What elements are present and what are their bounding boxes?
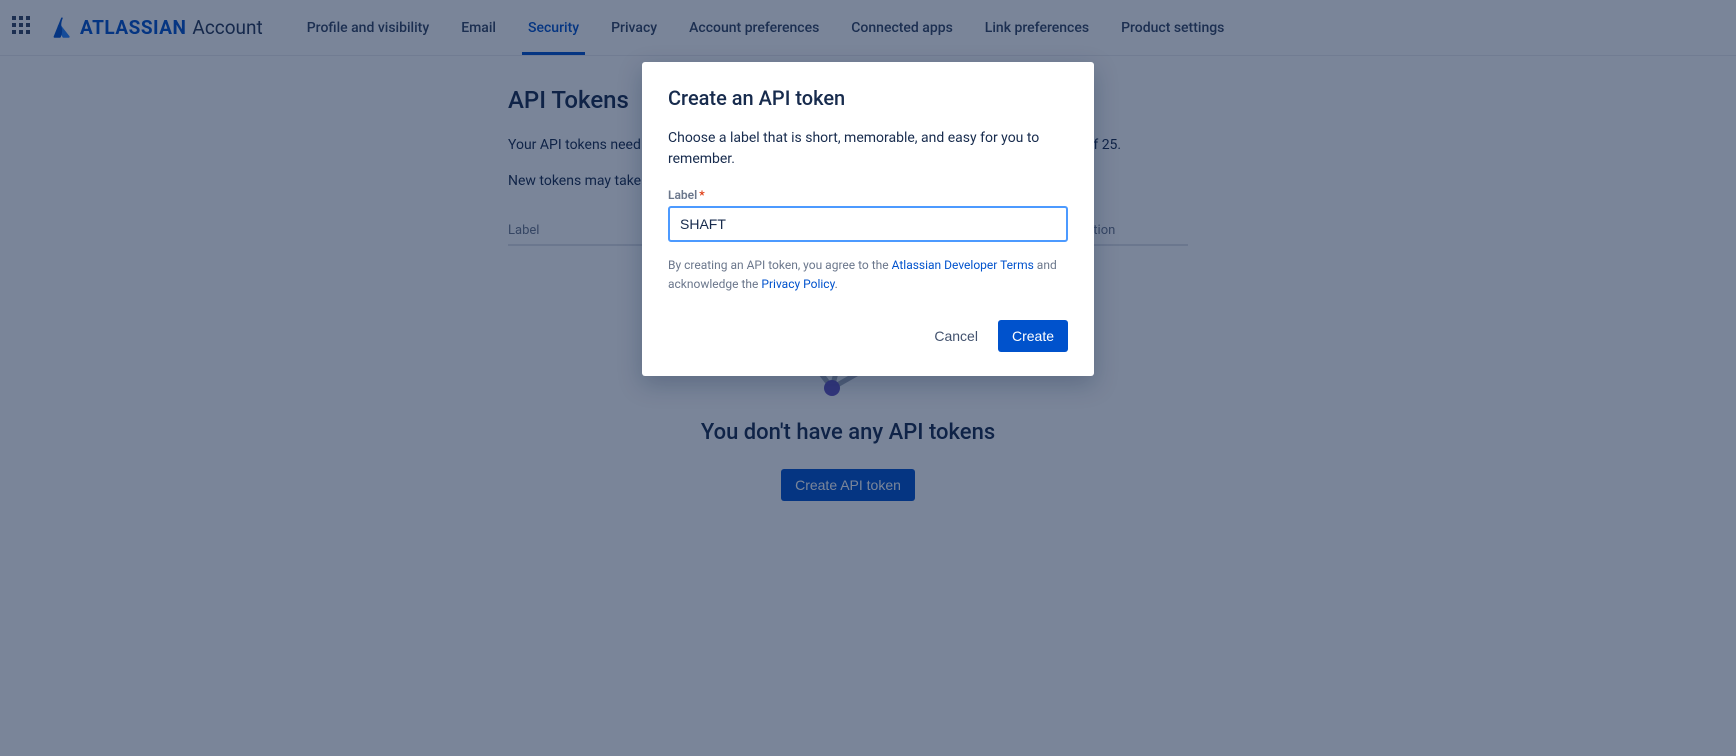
label-field-label: Label* [668,188,1068,202]
label-input[interactable] [668,206,1068,242]
modal-description: Choose a label that is short, memorable,… [668,128,1068,170]
cancel-button[interactable]: Cancel [922,320,990,352]
modal-actions: Cancel Create [668,320,1068,352]
developer-terms-link[interactable]: Atlassian Developer Terms [892,258,1034,272]
modal-overlay[interactable]: Create an API token Choose a label that … [0,0,1736,756]
privacy-policy-link[interactable]: Privacy Policy [761,277,834,291]
modal-title: Create an API token [668,86,1068,110]
label-text: Label [668,188,697,202]
required-asterisk: * [699,188,704,202]
create-token-modal: Create an API token Choose a label that … [642,62,1094,376]
terms-text: By creating an API token, you agree to t… [668,256,1068,294]
create-button[interactable]: Create [998,320,1068,352]
